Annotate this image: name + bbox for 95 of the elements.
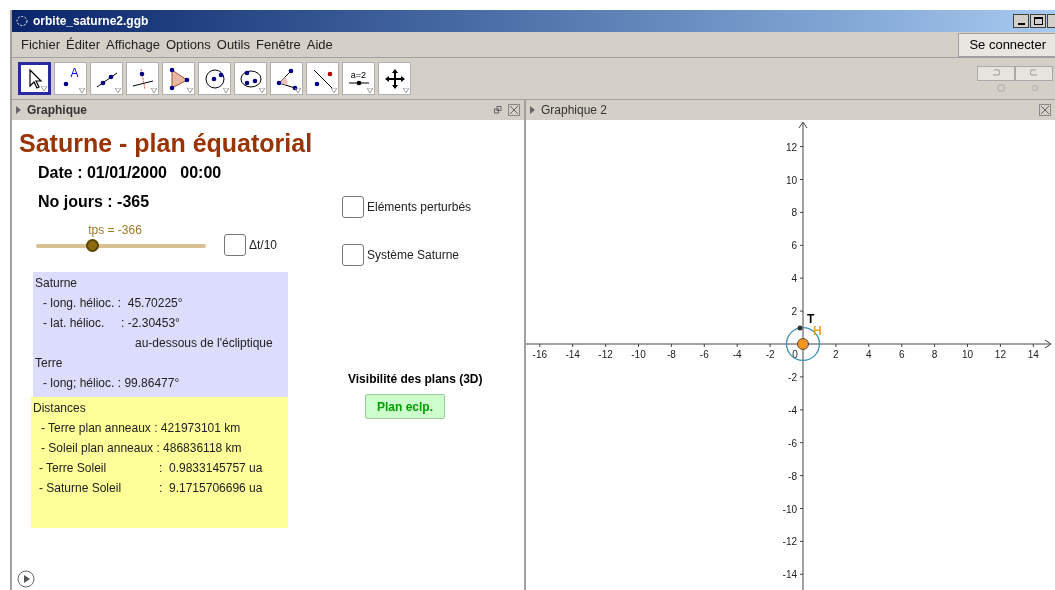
- close-button[interactable]: [1047, 14, 1055, 28]
- info-line: - lat. hélioc. : -2.30453°: [42, 315, 180, 332]
- tool-button[interactable]: [234, 62, 267, 95]
- x-tick-label: 8: [931, 349, 938, 360]
- y-tick-label: 2: [791, 306, 797, 318]
- tool-button[interactable]: [126, 62, 159, 95]
- y-tick-label: -8: [788, 470, 797, 482]
- point-label: T: [807, 312, 815, 326]
- point-label: H: [813, 324, 822, 338]
- sun-point: [797, 338, 809, 350]
- x-tick-label: -8: [666, 349, 676, 360]
- menu-item[interactable]: Fichier: [18, 34, 63, 55]
- y-tick-label: -6: [788, 437, 797, 449]
- planes-heading: Visibilité des plans (3D): [348, 371, 483, 388]
- tool-button[interactable]: [162, 62, 195, 95]
- tool-button[interactable]: [198, 62, 231, 95]
- view-heading: Saturne - plan équatorial: [19, 128, 313, 159]
- info-heading: Terre: [34, 355, 63, 372]
- info-line: - long. hélioc. : 45.70225°: [42, 295, 183, 312]
- info-line: - Terre plan anneaux : 421973101 km: [40, 420, 241, 437]
- restore-icon[interactable]: [494, 106, 502, 114]
- menu-item[interactable]: Éditer: [63, 34, 103, 55]
- x-tick-label: 0: [792, 349, 798, 360]
- checkbox[interactable]: [224, 234, 246, 256]
- checkbox-label: Eléments perturbés: [367, 199, 472, 216]
- info-line: - long; hélioc. : 99.86477°: [42, 375, 180, 392]
- checkbox[interactable]: [342, 196, 364, 218]
- x-tick-label: 10: [961, 349, 974, 360]
- x-tick-label: 12: [994, 349, 1006, 360]
- date-text: Date : 01/01/2000 00:00: [38, 163, 222, 183]
- x-tick-label: -16: [532, 349, 548, 360]
- info-heading: Distances: [32, 400, 86, 417]
- menu-item[interactable]: Aide: [303, 34, 336, 55]
- info-note: au-dessous de l'écliptique: [135, 335, 273, 352]
- checkbox-label: Δt/10: [249, 237, 278, 254]
- slider-thumb[interactable]: [85, 239, 99, 252]
- tool-button[interactable]: [270, 62, 303, 95]
- info-line: - Soleil plan anneaux : 486836118 km: [40, 440, 242, 457]
- x-tick-label: 2: [833, 349, 839, 360]
- close-icon[interactable]: [508, 104, 520, 116]
- info-heading: Saturne: [34, 275, 78, 292]
- info-label: - Terre Soleil: [39, 460, 108, 477]
- orbit-circle: [785, 326, 821, 362]
- checkbox-label: Système Saturne: [367, 247, 460, 264]
- earth-point: [797, 325, 803, 331]
- dropdown-icon[interactable]: [295, 88, 301, 93]
- x-tick-label: -2: [765, 349, 775, 360]
- menu-item[interactable]: Options: [162, 34, 214, 55]
- y-tick-label: -10: [782, 503, 797, 515]
- y-tick-label: 12: [785, 141, 797, 153]
- x-tick-label: -14: [565, 349, 580, 360]
- tool-button[interactable]: [90, 62, 123, 95]
- y-tick-label: 8: [791, 207, 797, 219]
- y-tick-label: -4: [788, 404, 797, 416]
- checkbox[interactable]: [342, 244, 364, 266]
- menu-item[interactable]: Affichage: [103, 34, 163, 55]
- expand-icon[interactable]: [530, 106, 535, 114]
- app-icon: [16, 15, 28, 27]
- menu-item[interactable]: Outils: [213, 34, 253, 55]
- y-tick-label: -14: [782, 569, 797, 581]
- menu-item[interactable]: Fenêtre: [253, 34, 304, 55]
- y-tick-label: -12: [782, 536, 797, 548]
- maximize-button[interactable]: [1030, 14, 1046, 28]
- y-tick-label: 6: [791, 240, 797, 252]
- window-title: orbite_saturne2.ggb: [33, 13, 149, 30]
- tool-button[interactable]: [18, 62, 51, 95]
- panel-title: Graphique 2: [541, 102, 608, 119]
- x-tick-label: -10: [631, 349, 646, 360]
- x-tick-label: -12: [598, 349, 613, 360]
- info-label: - Saturne Soleil: [39, 480, 123, 497]
- x-tick-label: -6: [699, 349, 709, 360]
- play-icon[interactable]: [17, 570, 35, 588]
- close-icon[interactable]: [1039, 104, 1051, 116]
- perpendicular-line-icon: [130, 66, 155, 91]
- circle-icon: [202, 66, 227, 91]
- info-value: : 0.9833145757 ua: [159, 460, 263, 477]
- undo-icon: [991, 69, 1001, 77]
- tool-button[interactable]: [378, 62, 411, 95]
- y-tick-label: 10: [785, 174, 797, 186]
- redo-icon: [1029, 69, 1039, 77]
- panel-title: Graphique: [27, 102, 87, 119]
- tool-button[interactable]: [306, 62, 339, 95]
- x-tick-label: 14: [1027, 349, 1039, 360]
- x-tick-label: -4: [732, 349, 742, 360]
- y-tick-label: 4: [791, 273, 797, 285]
- x-tick-label: 6: [898, 349, 905, 360]
- y-tick-label: -2: [788, 371, 797, 383]
- slider-label: tps = -366: [88, 222, 142, 238]
- minimize-button[interactable]: [1013, 14, 1029, 28]
- days-text: No jours : -365: [38, 192, 150, 212]
- info-value: : 9.1715706696 ua: [159, 480, 263, 497]
- login-button[interactable]: Se connecter: [958, 32, 1055, 57]
- expand-icon[interactable]: [16, 106, 21, 114]
- x-tick-label: 4: [866, 349, 872, 360]
- angle-icon: [274, 66, 299, 91]
